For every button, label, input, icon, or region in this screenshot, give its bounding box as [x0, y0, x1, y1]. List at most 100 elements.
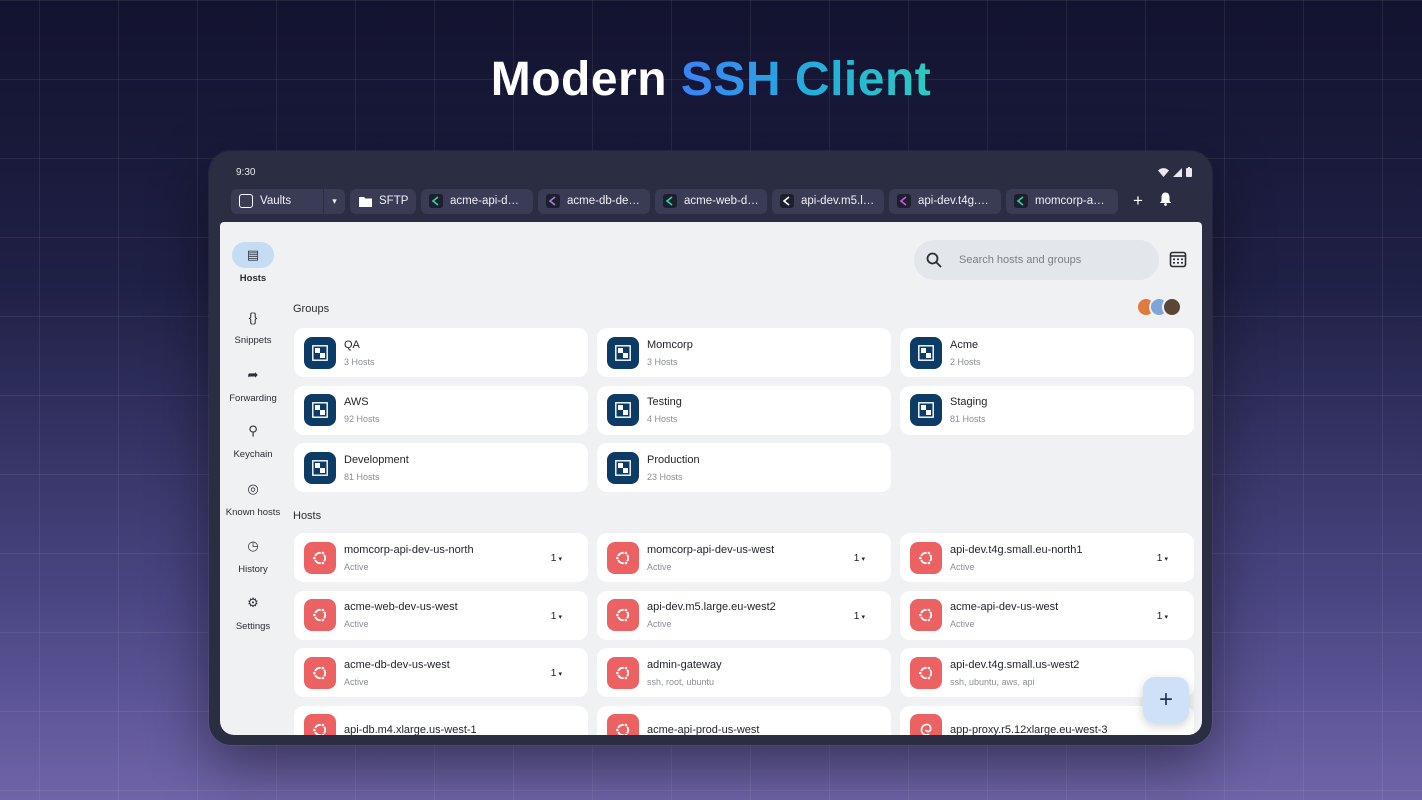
- session-count-dropdown[interactable]: 1 ▾: [551, 667, 562, 679]
- group-text: QA 3 Hosts: [344, 339, 588, 367]
- session-count-dropdown[interactable]: 1 ▾: [854, 610, 865, 622]
- group-card[interactable]: QA 3 Hosts: [294, 328, 588, 377]
- nav-glyph: ◷: [247, 538, 259, 553]
- tab-host[interactable]: momcorp-api-...: [1006, 188, 1118, 214]
- host-name: api-db.m4.xlarge.us-west-1: [344, 724, 477, 735]
- chevron-down-icon: ▾: [861, 556, 865, 563]
- nav-item-forwarding[interactable]: ➦ Forwarding: [220, 362, 286, 404]
- tab-actions: +: [1133, 191, 1172, 211]
- tab-vaults[interactable]: Vaults ▾: [231, 188, 345, 214]
- group-name: Staging: [950, 396, 988, 408]
- nav-glyph: ◎: [247, 481, 259, 496]
- group-card[interactable]: Acme 2 Hosts: [900, 328, 1194, 377]
- nav-item-keychain[interactable]: ⚲ Keychain: [220, 418, 286, 460]
- group-icon: [304, 451, 336, 484]
- host-card[interactable]: api-dev.m5.large.eu-west2 Active 1 ▾: [597, 590, 891, 640]
- ubuntu-icon: [607, 541, 639, 574]
- group-host-count: 4 Hosts: [647, 414, 678, 424]
- host-name: admin-gateway: [647, 658, 722, 671]
- group-text: Testing 4 Hosts: [647, 396, 891, 424]
- hosts-heading: Hosts: [293, 510, 322, 522]
- chevron-down-icon[interactable]: ▾: [323, 188, 345, 214]
- session-count: 1: [550, 667, 557, 679]
- terminal-icon: [663, 194, 677, 208]
- group-card[interactable]: Testing 4 Hosts: [597, 385, 891, 435]
- ubuntu-icon: [304, 656, 336, 689]
- nav-label: Known hosts: [225, 507, 281, 518]
- host-name: app-proxy.r5.12xlarge.eu-west-3: [950, 724, 1108, 735]
- nav-glyph: {}: [248, 309, 258, 325]
- tab-label: api-dev.m5.lar...: [801, 195, 876, 207]
- debian-icon: [910, 714, 942, 735]
- host-card[interactable]: api-dev.t4g.small.eu-north1 Active 1 ▾: [900, 533, 1194, 582]
- avatar: [1162, 297, 1182, 317]
- group-host-count: 3 Hosts: [344, 356, 375, 367]
- group-icon: [910, 336, 942, 369]
- nav-item-hosts[interactable]: ▤ Hosts: [220, 242, 286, 284]
- clock-icon: ◷: [232, 533, 274, 559]
- host-card[interactable]: admin-gateway ssh, root, ubuntu: [597, 648, 891, 697]
- calendar-icon[interactable]: [1169, 250, 1187, 268]
- host-card[interactable]: api-db.m4.xlarge.us-west-1: [294, 705, 588, 735]
- nav-label: History: [238, 564, 268, 575]
- session-count-dropdown[interactable]: 1 ▾: [551, 610, 562, 622]
- terminal-icon: [1014, 194, 1028, 208]
- group-card[interactable]: AWS 92 Hosts: [294, 385, 588, 435]
- nav-glyph: ▤: [246, 247, 260, 262]
- group-card[interactable]: Momcorp 3 Hosts: [597, 328, 891, 377]
- host-card[interactable]: momcorp-api-dev-us-north Active 1 ▾: [294, 533, 588, 582]
- tab-host[interactable]: acme-web-de...: [655, 188, 767, 214]
- group-icon: [607, 336, 639, 369]
- host-card[interactable]: acme-web-dev-us-west Active 1 ▾: [294, 590, 588, 640]
- snippets-icon: {}: [232, 304, 274, 330]
- host-name: acme-api-prod-us-west: [647, 724, 760, 735]
- status-time: 9:30: [236, 167, 256, 178]
- new-tab-button[interactable]: +: [1133, 191, 1143, 211]
- tab-host[interactable]: acme-api-dev-...: [421, 188, 533, 214]
- add-host-button[interactable]: +: [1143, 677, 1189, 723]
- chevron-down-icon: ▾: [558, 613, 562, 621]
- nav-glyph: ⚙: [247, 595, 259, 610]
- host-card[interactable]: momcorp-api-dev-us-west Active 1 ▾: [597, 533, 891, 582]
- host-card[interactable]: acme-db-dev-us-west Active 1 ▾: [294, 648, 588, 697]
- search-input[interactable]: [954, 240, 1159, 280]
- group-card[interactable]: Staging 81 Hosts: [900, 385, 1194, 435]
- tab-host[interactable]: api-dev.m5.lar...: [772, 188, 884, 214]
- notification-bell-icon[interactable]: [1159, 191, 1172, 211]
- host-text: acme-api-prod-us-west: [647, 724, 891, 735]
- group-host-count: 81 Hosts: [344, 471, 380, 482]
- key-icon: ⚲: [232, 418, 274, 444]
- nav-label: Hosts: [239, 273, 267, 284]
- session-count-dropdown[interactable]: 1 ▾: [551, 552, 562, 564]
- tab-label: acme-db-dev-...: [567, 195, 642, 207]
- battery-icon: [1186, 167, 1192, 180]
- group-icon: [304, 336, 336, 369]
- tab-label: acme-web-de...: [684, 195, 759, 207]
- nav-glyph: ⚲: [248, 423, 258, 438]
- host-card[interactable]: acme-api-dev-us-west Active 1 ▾: [900, 590, 1194, 640]
- search-bar[interactable]: [914, 240, 1159, 280]
- team-avatars[interactable]: [1136, 297, 1182, 317]
- group-name: Development: [344, 453, 409, 466]
- tab-host[interactable]: api-dev.t4g.sm...: [889, 188, 1001, 214]
- host-card[interactable]: acme-api-prod-us-west: [597, 705, 891, 735]
- group-name: Production: [647, 453, 700, 466]
- nav-item-settings[interactable]: ⚙ Settings: [220, 590, 286, 632]
- groups-heading: Groups: [293, 303, 330, 315]
- terminal-icon: [429, 194, 443, 208]
- tab-sftp[interactable]: SFTP: [350, 188, 416, 214]
- system-icons: [1158, 167, 1192, 180]
- group-text: Development 81 Hosts: [344, 454, 588, 482]
- tab-host[interactable]: acme-db-dev-...: [538, 188, 650, 214]
- group-text: Production 23 Hosts: [647, 454, 891, 482]
- group-card[interactable]: Production 23 Hosts: [597, 443, 891, 492]
- group-card[interactable]: Development 81 Hosts: [294, 443, 588, 492]
- session-count-dropdown[interactable]: 1 ▾: [1157, 610, 1168, 622]
- nav-item-snippets[interactable]: {} Snippets: [220, 304, 286, 347]
- chevron-down-icon: ▾: [1164, 613, 1168, 621]
- session-count-dropdown[interactable]: 1 ▾: [1157, 552, 1168, 564]
- nav-item-known-hosts[interactable]: ◎ Known hosts: [220, 476, 286, 518]
- nav-item-history[interactable]: ◷ History: [220, 533, 286, 575]
- session-count-dropdown[interactable]: 1 ▾: [854, 552, 865, 564]
- host-name: api-dev.t4g.small.us-west2: [950, 658, 1080, 671]
